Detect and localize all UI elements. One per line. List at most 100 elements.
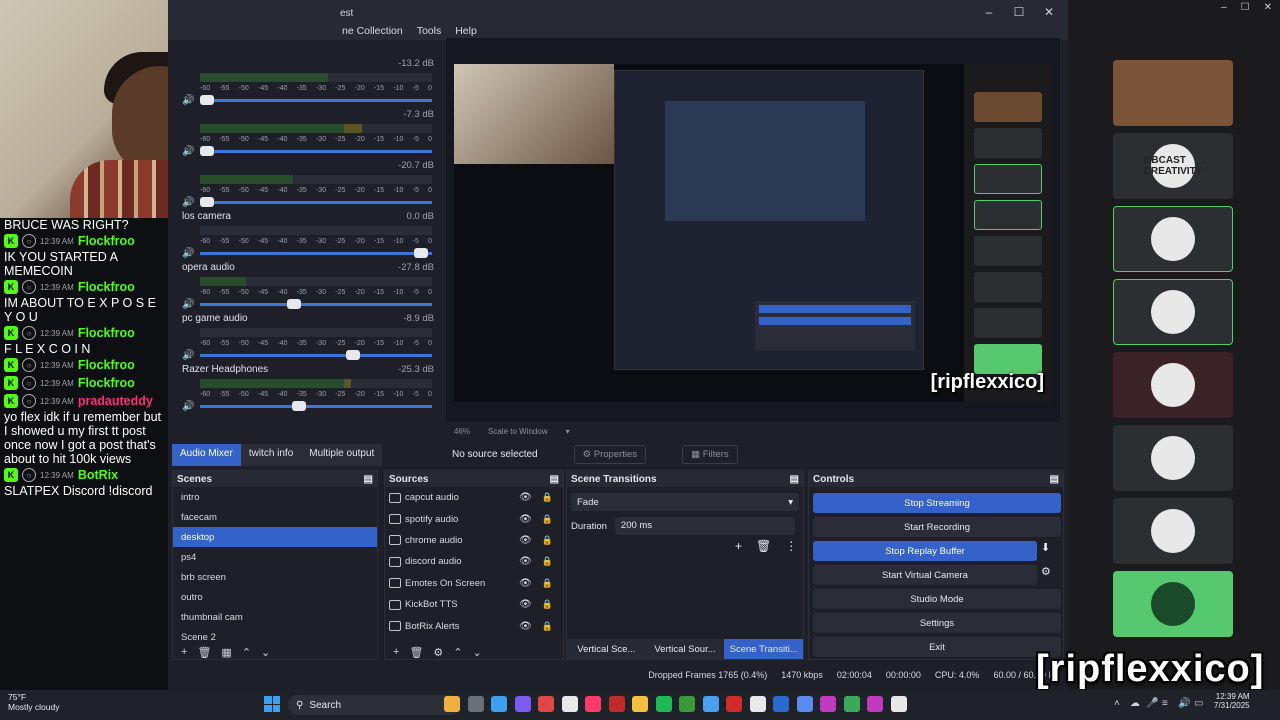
- chat-username[interactable]: Flockfroo: [78, 376, 135, 390]
- source-item[interactable]: spotify audio 👁 🔒: [385, 508, 563, 529]
- participant-tile[interactable]: [1113, 498, 1233, 564]
- speaker-icon[interactable]: 🔊: [182, 197, 194, 208]
- tab-vertical-scenes[interactable]: Vertical Sce...: [567, 639, 646, 659]
- taskbar-app-icon[interactable]: [867, 696, 883, 712]
- participant-tile[interactable]: [1113, 60, 1233, 126]
- wifi-icon[interactable]: ≡: [1162, 698, 1168, 709]
- taskbar-app-icon[interactable]: [608, 696, 625, 712]
- tab-multiple-output[interactable]: Multiple output: [301, 444, 383, 466]
- speaker-icon[interactable]: 🔊: [182, 350, 194, 361]
- taskbar-app-icon[interactable]: [585, 696, 601, 712]
- chat-username[interactable]: pradauteddy: [78, 394, 153, 408]
- participant-tile[interactable]: [1113, 206, 1233, 272]
- volume-slider[interactable]: [200, 150, 432, 153]
- eye-icon[interactable]: 👁: [519, 492, 532, 503]
- add-source-icon[interactable]: +: [393, 646, 399, 658]
- cloud-icon[interactable]: ☁: [1130, 698, 1140, 709]
- tab-audio-mixer[interactable]: Audio Mixer: [172, 444, 241, 466]
- minimize-icon[interactable]: –: [1221, 2, 1227, 13]
- volume-slider[interactable]: [200, 405, 432, 408]
- move-up-icon[interactable]: ⌃: [453, 646, 462, 659]
- chat-username[interactable]: Flockfroo: [78, 280, 135, 294]
- participant-tile[interactable]: [1113, 425, 1233, 491]
- minimize-icon[interactable]: –: [974, 2, 1004, 22]
- speaker-icon[interactable]: 🔊: [182, 146, 194, 157]
- transition-select[interactable]: Fade ▾: [571, 493, 799, 511]
- participant-tile[interactable]: OBCAST CREATIVITY: [1113, 133, 1233, 199]
- chat-username[interactable]: Flockfroo: [78, 326, 135, 340]
- participant-tile[interactable]: [1113, 279, 1233, 345]
- source-item[interactable]: Emotes On Screen 👁 🔒: [385, 573, 563, 594]
- maximize-icon[interactable]: ☐: [1004, 2, 1034, 22]
- lock-icon[interactable]: 🔒: [542, 556, 553, 567]
- trash-icon[interactable]: 🗑: [756, 539, 771, 553]
- volume-knob[interactable]: [200, 146, 214, 156]
- move-down-icon[interactable]: ⌄: [261, 646, 270, 659]
- scene-item[interactable]: desktop: [173, 527, 377, 547]
- eye-icon[interactable]: 👁: [519, 599, 532, 610]
- taskbar-app-icon[interactable]: [890, 696, 907, 712]
- taskbar-search[interactable]: ⚲ Search: [288, 695, 460, 715]
- volume-slider[interactable]: [200, 252, 432, 255]
- more-icon[interactable]: ⋮: [785, 539, 797, 553]
- scene-item[interactable]: ps4: [173, 547, 377, 567]
- lock-icon[interactable]: 🔒: [542, 535, 553, 546]
- properties-button[interactable]: ⚙ Properties: [573, 444, 647, 464]
- source-item[interactable]: chrome audio 👁 🔒: [385, 530, 563, 551]
- lock-icon[interactable]: 🔒: [542, 578, 553, 589]
- scene-item[interactable]: facecam: [173, 507, 377, 527]
- taskbar-app-icon[interactable]: [632, 696, 648, 712]
- taskbar-app-icon[interactable]: [843, 696, 860, 712]
- taskbar-app-icon[interactable]: [491, 696, 507, 712]
- move-up-icon[interactable]: ⌃: [242, 646, 251, 659]
- taskbar-app-icon[interactable]: [467, 696, 484, 712]
- menu-scene-collection[interactable]: ne Collection: [342, 25, 403, 37]
- volume-knob[interactable]: [200, 95, 214, 105]
- scale-select[interactable]: Scale to Window: [488, 427, 548, 436]
- scene-item[interactable]: brb screen: [173, 567, 377, 587]
- volume-knob[interactable]: [346, 350, 361, 360]
- speaker-icon[interactable]: 🔊: [182, 248, 194, 259]
- trash-icon[interactable]: 🗑: [409, 646, 423, 659]
- taskbar-app-icon[interactable]: [820, 696, 836, 712]
- taskbar-app-icon[interactable]: [796, 696, 813, 712]
- filter-icon[interactable]: ▦: [221, 646, 231, 659]
- taskbar-app-icon[interactable]: [679, 696, 695, 712]
- volume-icon[interactable]: 🔊: [1178, 698, 1190, 709]
- volume-slider[interactable]: [200, 201, 432, 204]
- close-icon[interactable]: ✕: [1264, 2, 1272, 13]
- lock-icon[interactable]: 🔒: [542, 514, 553, 525]
- lock-icon[interactable]: 🔒: [542, 621, 553, 632]
- lock-icon[interactable]: 🔒: [542, 599, 553, 610]
- chevron-down-icon[interactable]: ▾: [566, 427, 570, 436]
- taskbar-app-icon[interactable]: [444, 696, 460, 712]
- control-button[interactable]: Stop Replay Buffer: [813, 541, 1037, 561]
- eye-icon[interactable]: 👁: [519, 535, 532, 546]
- lock-icon[interactable]: 🔒: [542, 492, 553, 503]
- control-button[interactable]: Exit: [813, 637, 1061, 657]
- volume-knob[interactable]: [200, 197, 214, 207]
- source-item[interactable]: discord audio 👁 🔒: [385, 551, 563, 572]
- eye-icon[interactable]: 👁: [519, 556, 532, 567]
- taskbar-app-icon[interactable]: [514, 696, 531, 712]
- taskbar-app-icon[interactable]: [655, 696, 672, 712]
- control-button[interactable]: Settings: [813, 613, 1061, 633]
- volume-knob[interactable]: [287, 299, 302, 309]
- volume-slider[interactable]: [200, 354, 432, 357]
- control-button[interactable]: Studio Mode: [813, 589, 1061, 609]
- chat-username[interactable]: BotRix: [78, 468, 118, 482]
- tab-scene-transitions[interactable]: Scene Transiti...: [724, 639, 804, 659]
- participant-tile[interactable]: [1113, 571, 1233, 637]
- menu-tools[interactable]: Tools: [417, 25, 442, 37]
- volume-slider[interactable]: [200, 99, 432, 102]
- gear-icon[interactable]: ⚙: [1041, 565, 1051, 578]
- chat-username[interactable]: Flockfroo: [78, 234, 135, 248]
- stream-preview[interactable]: [ripflexxico]: [454, 64, 1052, 402]
- speaker-icon[interactable]: 🔊: [182, 95, 194, 106]
- tab-vertical-sources[interactable]: Vertical Sour...: [645, 639, 725, 659]
- taskbar-app-icon[interactable]: [538, 696, 554, 712]
- eye-icon[interactable]: 👁: [519, 514, 532, 525]
- tab-twitch-info[interactable]: twitch info: [240, 444, 302, 466]
- undock-icon[interactable]: ▤: [550, 474, 559, 485]
- mic-icon[interactable]: 🎤: [1146, 698, 1158, 709]
